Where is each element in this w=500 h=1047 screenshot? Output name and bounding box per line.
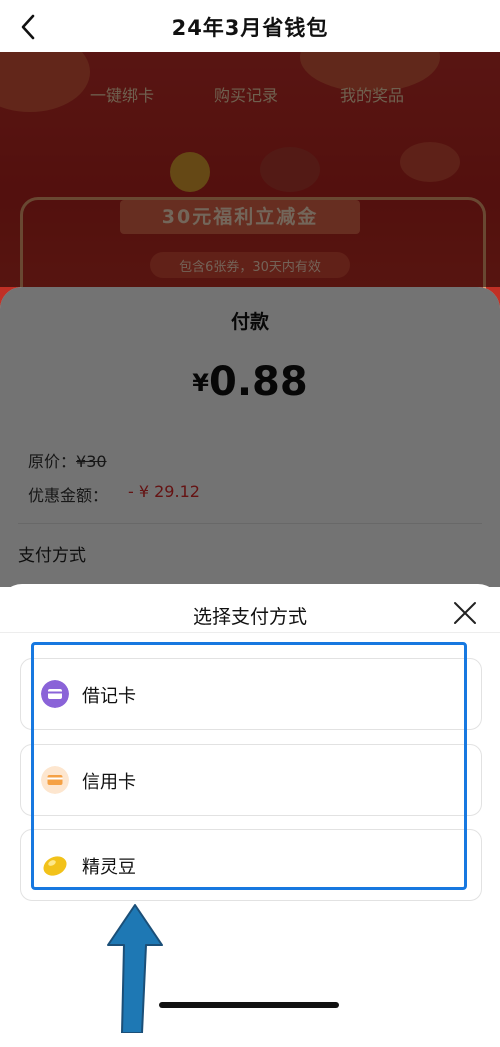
discount-label: 优惠金额： — [28, 486, 109, 505]
payment-amount: ¥0.88 — [0, 359, 500, 405]
close-icon[interactable] — [452, 600, 478, 626]
highlight-box — [31, 642, 467, 890]
promo-title: 30元福利立减金 — [161, 206, 319, 228]
original-price-value: ¥30 — [76, 452, 107, 471]
payment-method-label: 支付方式 — [18, 546, 86, 566]
arrow-annotation — [107, 904, 163, 1033]
promo-tab-my-prizes[interactable]: 我的奖品 — [340, 82, 404, 106]
currency-symbol: ¥ — [192, 369, 209, 397]
discount-value: - ¥ 29.12 — [128, 482, 200, 501]
promo-tab-bind-card[interactable]: 一键绑卡 — [90, 82, 154, 106]
amount-value: 0.88 — [209, 359, 308, 405]
divider — [18, 523, 482, 524]
original-price-label: 原价： — [28, 452, 77, 471]
payment-title: 付款 — [230, 311, 269, 333]
select-payment-sheet: 选择支付方式 借记卡 信用卡 精灵豆 — [0, 584, 500, 1044]
divider — [0, 632, 500, 633]
original-price: 原价：¥30 — [28, 448, 107, 472]
promo-tab-purchase-history[interactable]: 购买记录 — [214, 82, 278, 106]
promo-subtitle: 包含6张券，30天内有效 — [179, 260, 321, 275]
nav-bar: 24年3月省钱包 — [0, 0, 500, 52]
select-sheet-title: 选择支付方式 — [192, 606, 307, 628]
home-indicator — [159, 1002, 339, 1008]
page-title: 24年3月省钱包 — [171, 16, 329, 40]
